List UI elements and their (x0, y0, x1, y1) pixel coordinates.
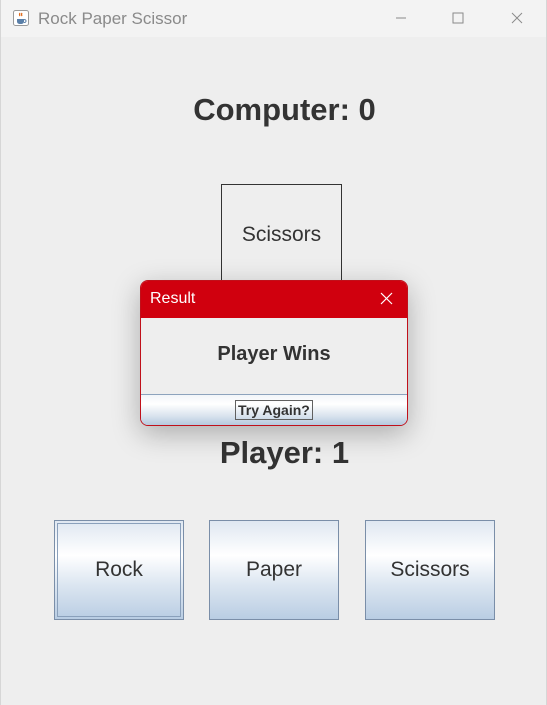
app-window: Rock Paper Scissor Computer: 0 Scissors … (0, 0, 547, 705)
scissors-button[interactable]: Scissors (365, 520, 495, 620)
minimize-button[interactable] (378, 0, 424, 37)
close-button[interactable] (494, 0, 540, 37)
close-icon (380, 290, 393, 309)
window-title: Rock Paper Scissor (38, 9, 188, 28)
rock-button[interactable]: Rock (54, 520, 184, 620)
java-cup-icon (12, 9, 30, 27)
computer-score: Computer: 0 (193, 92, 376, 127)
dialog-titlebar[interactable]: Result (141, 281, 407, 318)
dialog-button-bar: Try Again? (141, 394, 407, 425)
window-titlebar[interactable]: Rock Paper Scissor (1, 0, 546, 37)
maximize-icon (452, 9, 464, 28)
computer-choice-box: Scissors (221, 184, 342, 286)
minimize-icon (395, 9, 407, 28)
close-icon (511, 9, 523, 28)
dialog-close-button[interactable] (365, 281, 407, 318)
paper-button[interactable]: Paper (209, 520, 339, 620)
computer-choice-label: Scissors (241, 223, 322, 246)
dialog-message: Player Wins (217, 343, 331, 365)
dialog-title: Result (150, 290, 196, 307)
paper-button-label: Paper (245, 558, 303, 581)
rock-button-label: Rock (95, 558, 143, 581)
player-score: Player: 1 (219, 435, 350, 470)
try-again-button[interactable]: Try Again? (235, 400, 313, 420)
scissors-button-label: Scissors (390, 558, 470, 581)
maximize-button[interactable] (435, 0, 481, 37)
result-dialog: Result Player Wins Try Again? (140, 280, 408, 426)
